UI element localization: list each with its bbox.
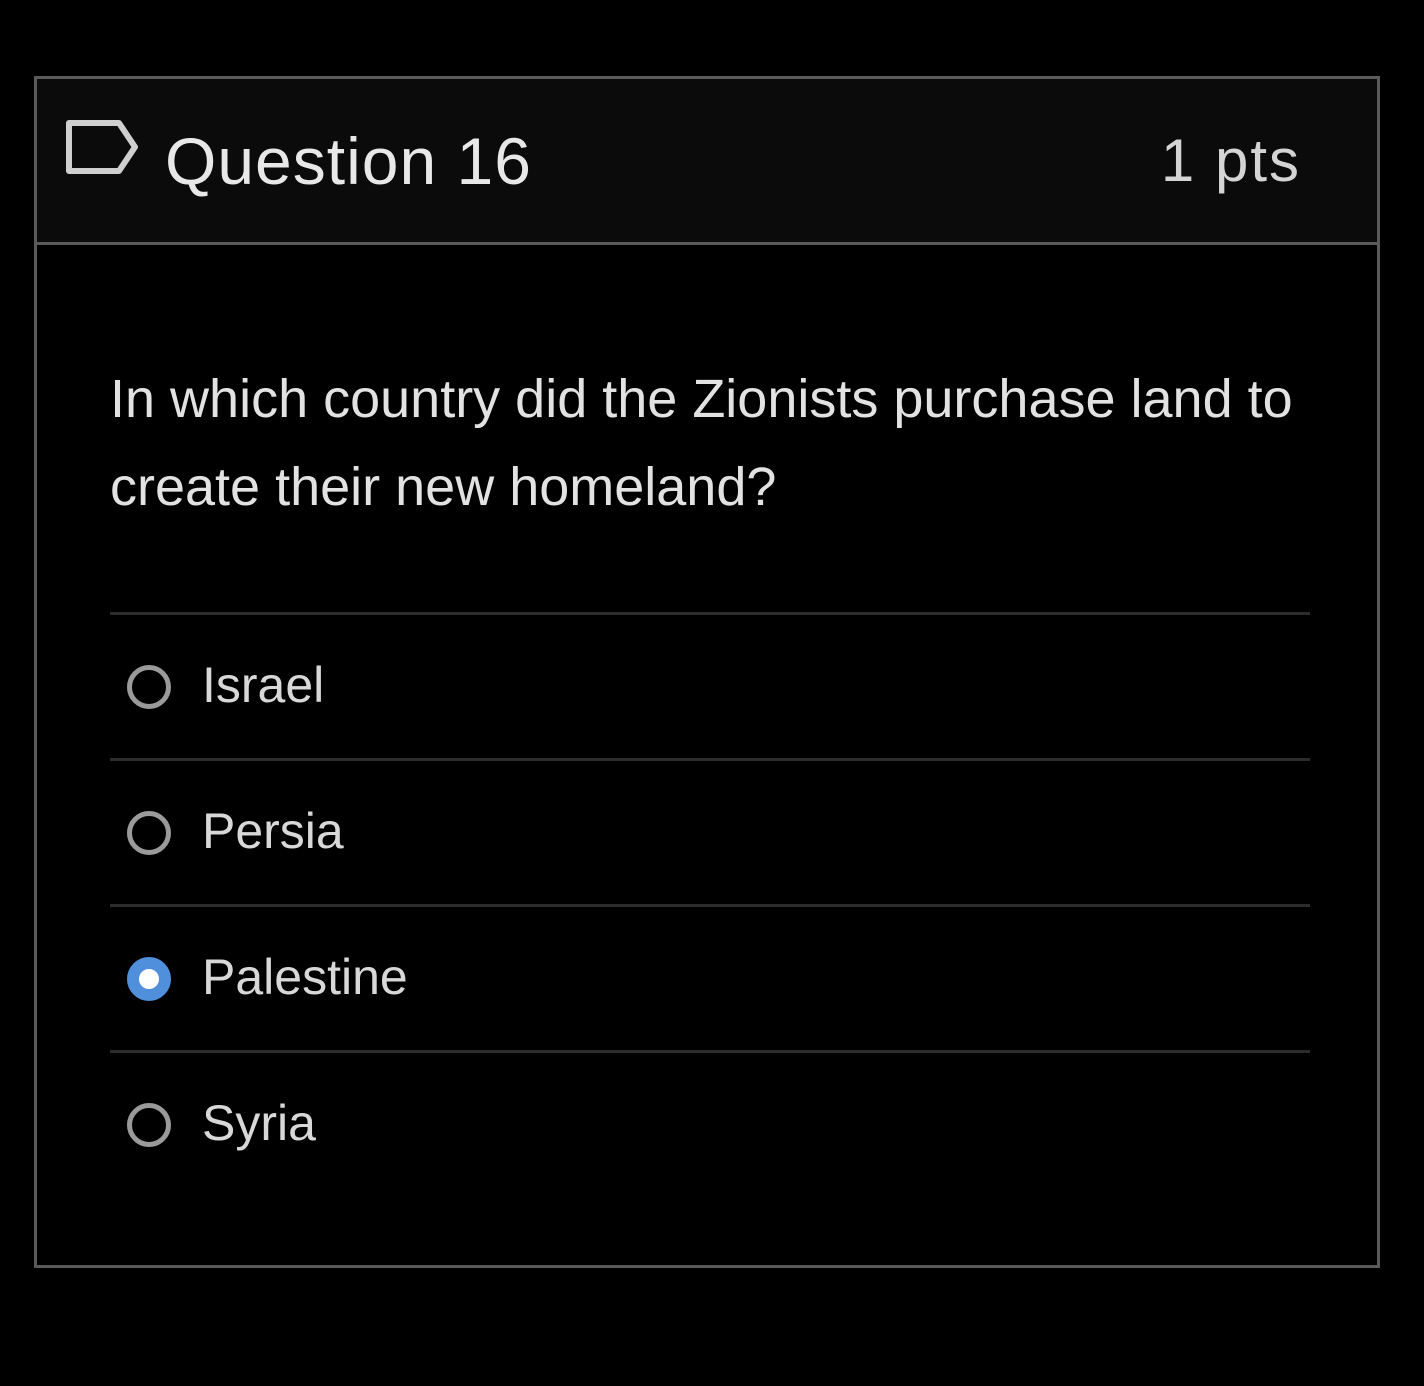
answer-option-syria[interactable]: Syria [110,1050,1310,1196]
answer-label[interactable]: Israel [202,653,324,717]
flag-question-icon[interactable] [65,117,141,179]
answer-option-persia[interactable]: Persia [110,758,1310,904]
answer-label[interactable]: Syria [202,1091,316,1155]
question-title: Question 16 [165,124,532,198]
question-points: 1 pts [1160,127,1301,194]
radio-button[interactable] [127,811,171,855]
question-text: In which country did the Zionists purcha… [110,369,1293,517]
radio-button-selected[interactable] [127,957,171,1001]
answer-list: Israel Persia Palestine Syria [110,612,1310,1196]
question-header: Question 16 1 pts [37,79,1377,245]
question-card: Question 16 1 pts In which country did t… [34,76,1380,1268]
answer-option-israel[interactable]: Israel [110,612,1310,758]
answer-option-palestine[interactable]: Palestine [110,904,1310,1050]
answer-label[interactable]: Palestine [202,945,408,1009]
radio-button[interactable] [127,1103,171,1147]
answer-label[interactable]: Persia [202,799,344,863]
radio-button[interactable] [127,665,171,709]
